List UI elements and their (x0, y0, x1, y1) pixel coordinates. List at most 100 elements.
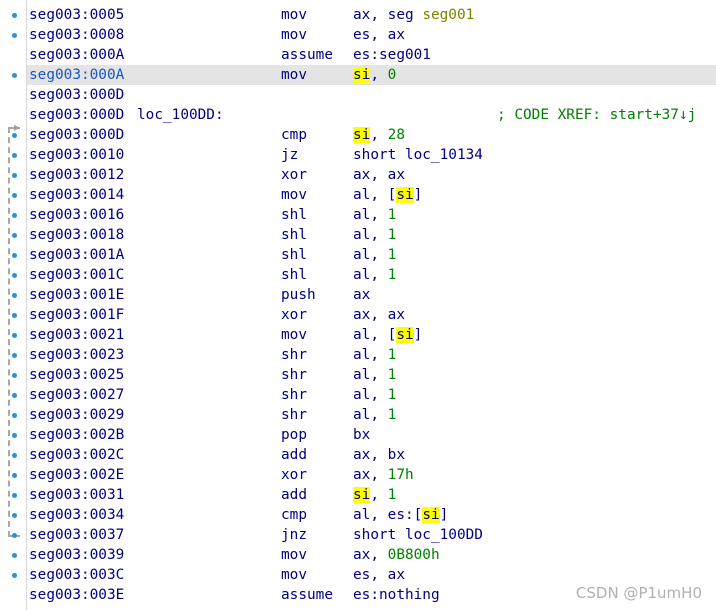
breakpoint-dot-icon[interactable] (12, 413, 17, 418)
breakpoint-dot-icon[interactable] (12, 493, 17, 498)
address[interactable]: seg003:0014 (29, 185, 124, 205)
listing-row[interactable]: seg003:0027 shr al, 1 (27, 385, 716, 405)
address[interactable]: seg003:0010 (29, 145, 124, 165)
highlighted-register[interactable]: si (353, 127, 371, 143)
breakpoint-dot-icon[interactable] (12, 33, 17, 38)
address[interactable]: seg003:003E (29, 585, 124, 605)
listing-row[interactable]: seg003:001F xor ax, ax (27, 305, 716, 325)
address[interactable]: seg003:0031 (29, 485, 124, 505)
breakpoint-dot-icon[interactable] (12, 373, 17, 378)
listing-row[interactable]: seg003:0025 shr al, 1 (27, 365, 716, 385)
listing-row[interactable]: seg003:0021 mov al, [si] (27, 325, 716, 345)
breakpoint-dot-icon[interactable] (12, 273, 17, 278)
highlighted-register[interactable]: si (353, 487, 371, 503)
listing-row[interactable]: seg003:002E xor ax, 17h (27, 465, 716, 485)
breakpoint-dot-icon[interactable] (12, 193, 17, 198)
highlighted-register[interactable]: si (353, 67, 371, 83)
address[interactable]: seg003:000A (29, 65, 124, 85)
listing-row[interactable]: seg003:0039 mov ax, 0B800h (27, 545, 716, 565)
address[interactable]: seg003:0021 (29, 325, 124, 345)
breakpoint-dot-icon[interactable] (12, 333, 17, 338)
listing-row[interactable]: seg003:0031 add si, 1 (27, 485, 716, 505)
listing-row[interactable]: seg003:0012 xor ax, ax (27, 165, 716, 185)
address[interactable]: seg003:002E (29, 465, 124, 485)
listing-row[interactable]: seg003:0018 shl al, 1 (27, 225, 716, 245)
code-label[interactable]: loc_100DD: (137, 105, 224, 125)
breakpoint-dot-icon[interactable] (12, 293, 17, 298)
listing-row[interactable]: seg003:0034 cmp al, es:[si] (27, 505, 716, 525)
address[interactable]: seg003:0018 (29, 225, 124, 245)
address[interactable]: seg003:001A (29, 245, 124, 265)
address[interactable]: seg003:0023 (29, 345, 124, 365)
listing-row[interactable]: seg003:002C add ax, bx (27, 445, 716, 465)
address[interactable]: seg003:0029 (29, 405, 124, 425)
breakpoint-dot-icon[interactable] (12, 13, 17, 18)
mnemonic: shl (281, 247, 307, 263)
address[interactable]: seg003:0012 (29, 165, 124, 185)
breakpoint-dot-icon[interactable] (12, 313, 17, 318)
listing-row[interactable]: seg003:001A shl al, 1 (27, 245, 716, 265)
breakpoint-dot-icon[interactable] (12, 393, 17, 398)
address[interactable]: seg003:0005 (29, 5, 124, 25)
breakpoint-dot-icon[interactable] (12, 513, 17, 518)
listing-row[interactable]: seg003:000D cmp si, 28 (27, 125, 716, 145)
breakpoint-dot-icon[interactable] (12, 453, 17, 458)
breakpoint-dot-icon[interactable] (12, 573, 17, 578)
highlighted-register[interactable]: si (396, 327, 414, 343)
address[interactable]: seg003:0008 (29, 25, 124, 45)
listing-row[interactable]: seg003:000A mov si, 0 (27, 65, 716, 85)
address[interactable]: seg003:001C (29, 265, 124, 285)
highlighted-register[interactable]: si (422, 507, 440, 523)
address[interactable]: seg003:0027 (29, 385, 124, 405)
address[interactable]: seg003:0025 (29, 365, 124, 385)
listing-row[interactable]: seg003:0005 mov ax, seg seg001 (27, 5, 716, 25)
address[interactable]: seg003:0034 (29, 505, 124, 525)
breakpoint-dot-icon[interactable] (12, 173, 17, 178)
listing-row[interactable]: seg003:001E push ax (27, 285, 716, 305)
listing-row[interactable]: seg003:0008 mov es, ax (27, 25, 716, 45)
breakpoint-dot-icon[interactable] (12, 213, 17, 218)
xref-comment[interactable]: ; CODE XREF: start+37↓j (497, 105, 696, 125)
numeric-operand: 1 (387, 407, 397, 423)
listing-row[interactable]: seg003:002B pop bx (27, 425, 716, 445)
operands: es:nothing (353, 585, 440, 605)
address[interactable]: seg003:003C (29, 565, 124, 585)
listing-row[interactable]: seg003:000D (27, 85, 716, 105)
address[interactable]: seg003:000D (29, 125, 124, 145)
address[interactable]: seg003:001F (29, 305, 124, 325)
breakpoint-dot-icon[interactable] (12, 153, 17, 158)
address[interactable]: seg003:000D (29, 85, 124, 105)
highlighted-register[interactable]: si (396, 187, 414, 203)
breakpoint-dot-icon[interactable] (12, 133, 17, 138)
mnemonic: mov (281, 7, 307, 23)
address[interactable]: seg003:000A (29, 45, 124, 65)
listing-row[interactable]: seg003:0029 shr al, 1 (27, 405, 716, 425)
mnemonic: assume (281, 47, 333, 63)
listing-row[interactable]: seg003:000A assume es:seg001 (27, 45, 716, 65)
breakpoint-dot-icon[interactable] (12, 433, 17, 438)
listing-row[interactable]: seg003:003C mov es, ax (27, 565, 716, 585)
listing-row[interactable]: seg003:000D loc_100DD: ; CODE XREF: start+… (27, 105, 716, 125)
address[interactable]: seg003:0016 (29, 205, 124, 225)
breakpoint-dot-icon[interactable] (12, 553, 17, 558)
breakpoint-dot-icon[interactable] (12, 233, 17, 238)
address[interactable]: seg003:000D (29, 105, 124, 125)
address[interactable]: seg003:0037 (29, 525, 124, 545)
address[interactable]: seg003:0039 (29, 545, 124, 565)
disassembly-listing[interactable]: seg003:0005 mov ax, seg seg001 seg003:0008 m… (27, 0, 716, 610)
listing-row[interactable]: seg003:0023 shr al, 1 (27, 345, 716, 365)
listing-row[interactable]: seg003:001C shl al, 1 (27, 265, 716, 285)
listing-row[interactable]: seg003:0037 jnz short loc_100DD (27, 525, 716, 545)
breakpoint-dot-icon[interactable] (12, 353, 17, 358)
listing-row[interactable]: seg003:0014 mov al, [si] (27, 185, 716, 205)
listing-row[interactable]: seg003:0016 shl al, 1 (27, 205, 716, 225)
address[interactable]: seg003:002B (29, 425, 124, 445)
breakpoint-dot-icon[interactable] (12, 533, 17, 538)
mnemonic: pop (281, 427, 307, 443)
breakpoint-dot-icon[interactable] (12, 473, 17, 478)
address[interactable]: seg003:001E (29, 285, 124, 305)
breakpoint-dot-icon[interactable] (12, 73, 17, 78)
breakpoint-dot-icon[interactable] (12, 253, 17, 258)
address[interactable]: seg003:002C (29, 445, 124, 465)
listing-row[interactable]: seg003:0010 jz short loc_10134 (27, 145, 716, 165)
